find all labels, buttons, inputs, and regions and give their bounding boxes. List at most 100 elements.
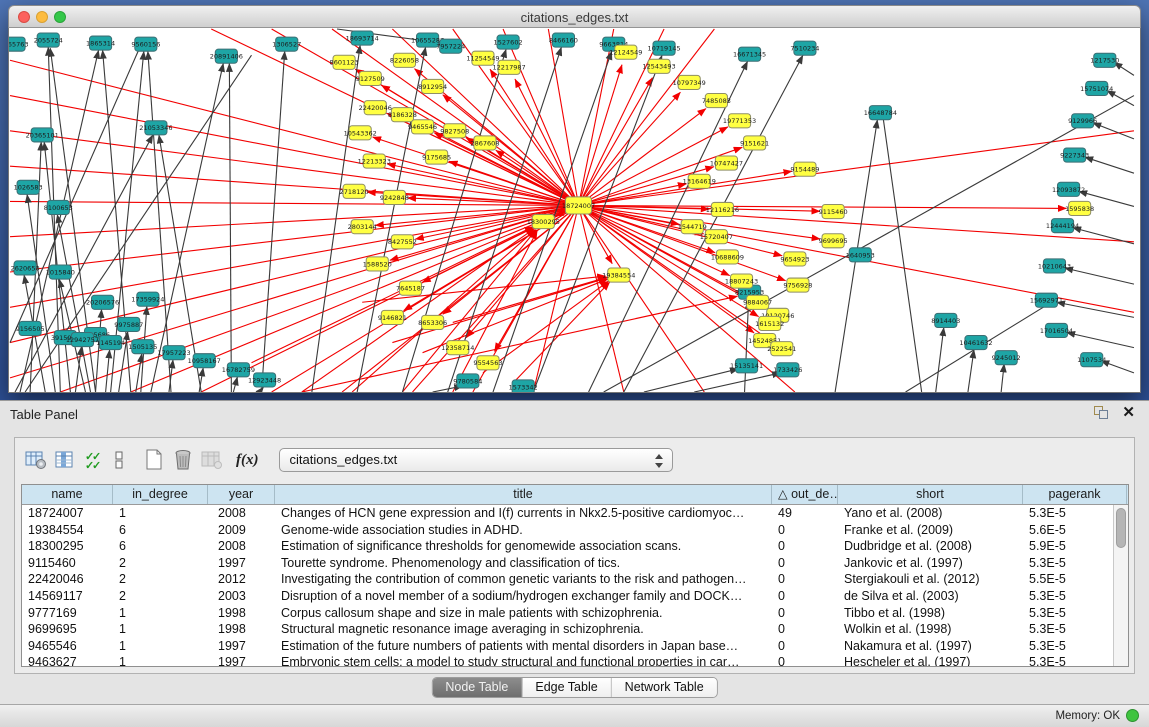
graph-edge[interactable] [1073, 228, 1134, 244]
tab-network-table[interactable]: Network Table [612, 678, 717, 697]
column-header-out_de[interactable]: △ out_de… [772, 485, 838, 504]
graph-node[interactable]: 1595838 [1065, 201, 1094, 215]
column-header-short[interactable]: short [838, 485, 1023, 504]
table-cell[interactable]: 2012 [208, 571, 275, 588]
graph-node[interactable]: 7957224 [436, 39, 465, 53]
graph-edge[interactable] [106, 350, 110, 392]
table-settings-icon[interactable] [23, 447, 49, 473]
graph-node[interactable]: 20891406 [210, 49, 243, 63]
graph-node[interactable]: 8100653 [44, 200, 73, 214]
graph-node[interactable]: 9127509 [356, 71, 385, 85]
table-cell[interactable]: 5.6E-5 [1023, 522, 1127, 539]
graph-node[interactable]: 17957223 [157, 346, 190, 360]
table-selector-dropdown[interactable]: citations_edges.txt [279, 448, 673, 472]
table-cell[interactable]: 5.3E-5 [1023, 555, 1127, 572]
table-cell[interactable]: 1 [113, 638, 208, 655]
table-cell[interactable]: 1 [113, 605, 208, 622]
table-scrollbar[interactable] [1113, 505, 1128, 666]
graph-node[interactable]: 9560156 [131, 37, 160, 51]
table-cell[interactable]: 2 [113, 588, 208, 605]
delete-table-icon[interactable] [170, 447, 196, 473]
table-row[interactable]: 1456911722003Disruption of a novel membe… [22, 588, 1113, 605]
table-cell[interactable]: Yano et al. (2008) [838, 505, 1023, 522]
graph-node[interactable]: 2718120 [340, 184, 369, 198]
table-cell[interactable]: 6 [113, 522, 208, 539]
graph-edge[interactable] [533, 205, 578, 392]
table-cell[interactable]: 1 [113, 654, 208, 667]
column-header-name[interactable]: name [22, 485, 113, 504]
graph-edge[interactable] [1093, 123, 1134, 139]
graph-node[interactable]: 12093872 [1052, 182, 1085, 196]
graph-node[interactable]: 8653306 [418, 315, 447, 329]
table-cell[interactable]: 5.3E-5 [1023, 588, 1127, 605]
table-cell[interactable]: 2 [113, 555, 208, 572]
graph-node[interactable]: 20365101 [26, 128, 59, 142]
graph-edge[interactable] [199, 368, 203, 392]
graph-node[interactable]: 9554563 [473, 356, 502, 370]
graph-node[interactable]: 2522541 [767, 342, 796, 356]
graph-node[interactable]: 9227343 [1060, 148, 1089, 162]
graph-edge[interactable] [402, 230, 536, 392]
graph-edge[interactable] [10, 205, 579, 272]
graph-node[interactable]: 8226058 [390, 53, 419, 67]
new-table-icon[interactable] [141, 447, 167, 473]
graph-node[interactable]: 10210643 [1038, 259, 1071, 273]
graph-node[interactable]: 9699695 [819, 234, 848, 248]
graph-node[interactable]: 9654923 [780, 252, 809, 266]
graph-node[interactable]: 15751074 [1080, 81, 1113, 95]
graph-node[interactable]: 1265763 [9, 37, 29, 51]
table-cell[interactable]: 1 [113, 621, 208, 638]
graph-node[interactable]: 19384554 [602, 268, 635, 282]
table-cell[interactable]: 19384554 [22, 522, 113, 539]
table-cell[interactable]: 2003 [208, 588, 275, 605]
graph-node[interactable]: 9129966 [1068, 114, 1097, 128]
graph-edge[interactable] [434, 133, 578, 206]
table-cell[interactable]: 1998 [208, 605, 275, 622]
graph-edge[interactable] [10, 60, 579, 205]
graph-edge[interactable] [312, 45, 360, 392]
network-graph[interactable]: 2055724186531495601562089140613065271869… [9, 28, 1140, 392]
graph-node[interactable]: 20206576 [86, 295, 119, 309]
table-cell[interactable]: 5.3E-5 [1023, 605, 1127, 622]
function-icon[interactable]: f(x) [236, 452, 259, 469]
graph-node[interactable]: 8427552 [388, 235, 417, 249]
table-cell[interactable]: 0 [772, 555, 838, 572]
graph-edge[interactable] [745, 300, 749, 392]
graph-edge[interactable] [936, 327, 944, 392]
table-cell[interactable]: Stergiakouli et al. (2012) [838, 571, 1023, 588]
graph-node[interactable]: 1217530 [1090, 53, 1119, 67]
graph-node[interactable]: 9756928 [783, 278, 812, 292]
graph-node[interactable]: 2867608 [470, 136, 499, 150]
graph-node[interactable]: 10747427 [710, 156, 743, 170]
table-cell[interactable]: 9465546 [22, 638, 113, 655]
table-cell[interactable]: Structural magnetic resonance image aver… [275, 621, 772, 638]
graph-node[interactable]: 1026583 [14, 180, 43, 194]
graph-node[interactable]: 9154489 [790, 162, 819, 176]
graph-node[interactable]: 9175685 [422, 150, 451, 164]
row-height-icon[interactable] [110, 447, 128, 473]
table-cell[interactable]: 9699695 [22, 621, 113, 638]
table-cell[interactable]: 1998 [208, 621, 275, 638]
table-cell[interactable]: 9463627 [22, 654, 113, 667]
graph-node[interactable]: 9975887 [114, 317, 143, 331]
network-canvas[interactable]: 2055724186531495601562089140613065271869… [8, 28, 1141, 393]
table-cell[interactable]: Hescheler et al. (1997) [838, 654, 1023, 667]
table-cell[interactable]: 9115460 [22, 555, 113, 572]
table-cell[interactable]: 0 [772, 588, 838, 605]
graph-node[interactable]: 17359924 [131, 292, 164, 306]
table-cell[interactable]: 0 [772, 522, 838, 539]
table-cell[interactable]: 0 [772, 638, 838, 655]
graph-node[interactable]: 9156505 [16, 321, 45, 335]
graph-node[interactable]: 10461632 [959, 336, 992, 350]
select-all-check-icon[interactable]: ✓✓✓✓ [81, 447, 107, 473]
column-header-title[interactable]: title [275, 485, 772, 504]
table-cell[interactable]: Disruption of a novel member of a sodium… [275, 588, 772, 605]
graph-node[interactable]: 8914403 [931, 313, 960, 327]
graph-node[interactable]: 9151621 [740, 136, 769, 150]
table-scrollbar-thumb[interactable] [1116, 508, 1126, 548]
graph-node[interactable]: 2803144 [348, 220, 377, 234]
table-cell[interactable]: 22420046 [22, 571, 113, 588]
graph-node[interactable]: 8912954 [418, 79, 447, 93]
table-cell[interactable]: 5.3E-5 [1023, 638, 1127, 655]
graph-node[interactable]: 21053346 [139, 121, 172, 135]
